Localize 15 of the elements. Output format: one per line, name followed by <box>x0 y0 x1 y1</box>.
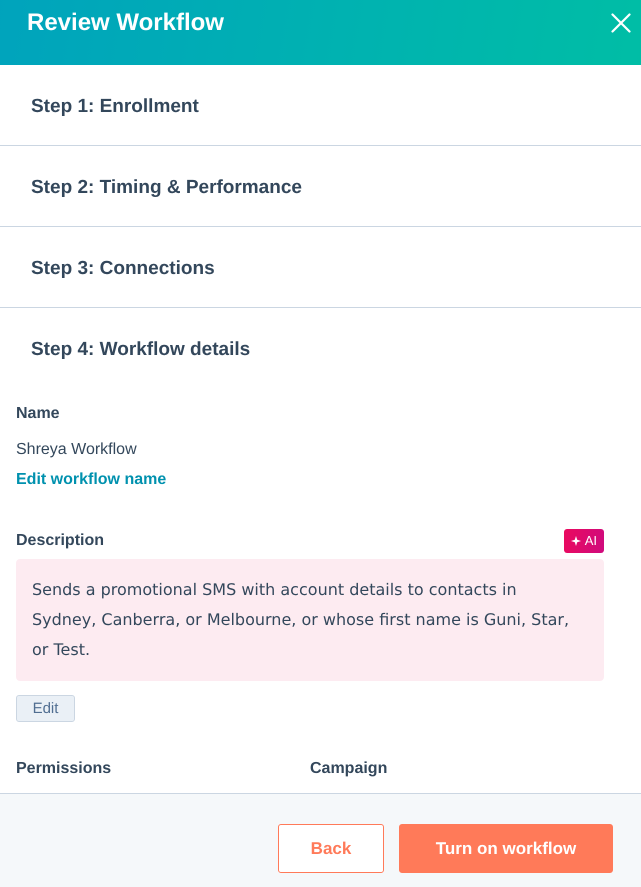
window-title: Review Workflow <box>27 8 224 38</box>
edit-button[interactable]: Edit <box>16 695 75 722</box>
ai-button[interactable]: AI <box>564 529 604 553</box>
field-label: Description <box>16 531 104 551</box>
edit-name-link[interactable]: Edit workflow name <box>16 466 166 494</box>
back-button[interactable]: Back <box>278 824 384 873</box>
field-label: Campaign <box>310 759 388 779</box>
sparkle-icon <box>570 536 581 546</box>
description-text: Sends a promotional SMS with account details to contacts in Sydney, Canberra, or Melbourne, or whose first name is Guni, Star, or Test. <box>16 559 604 681</box>
close-button[interactable] <box>611 13 631 33</box>
workflow-name: Shreya Workflow <box>16 440 138 460</box>
close-icon <box>611 13 631 33</box>
field-label: Permissions <box>16 759 112 779</box>
turn-on-button[interactable]: Turn on workflow <box>399 824 613 873</box>
field-label: Name <box>16 404 61 424</box>
